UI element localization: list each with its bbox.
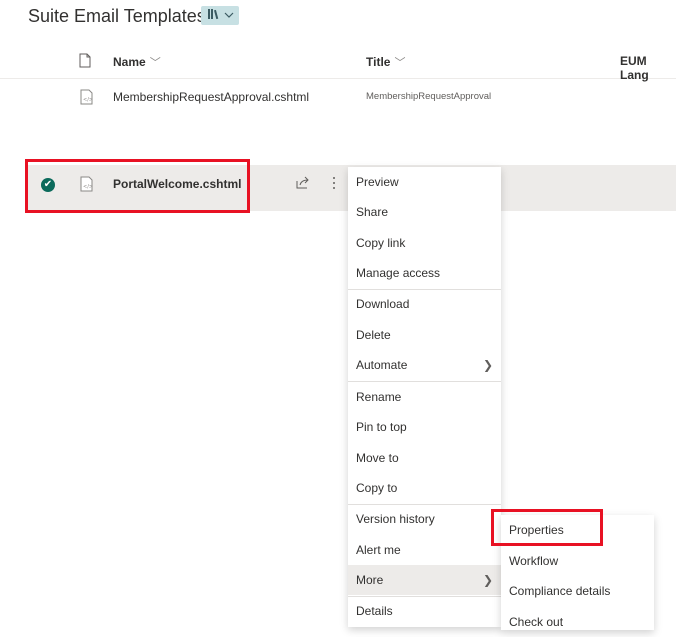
- column-header-title[interactable]: Title ﹀: [366, 54, 405, 70]
- menu-item-copy-link[interactable]: Copy link: [348, 228, 501, 258]
- menu-item-version-history[interactable]: Version history: [348, 504, 501, 534]
- chevron-down-icon: [224, 10, 234, 22]
- context-menu: Preview Share Copy link Manage access Do…: [348, 167, 501, 627]
- highlight-box-selected-file: [25, 159, 250, 213]
- menu-item-more[interactable]: More ❯: [348, 565, 501, 595]
- menu-item-copy-to[interactable]: Copy to: [348, 473, 501, 503]
- highlight-box-properties: [491, 509, 603, 546]
- library-icon: [207, 8, 221, 23]
- menu-item-pin-to-top[interactable]: Pin to top: [348, 412, 501, 442]
- svg-text:</>: </>: [83, 97, 93, 103]
- menu-item-download[interactable]: Download: [348, 289, 501, 319]
- submenu-item-check-out[interactable]: Check out: [501, 607, 654, 637]
- menu-item-delete[interactable]: Delete: [348, 320, 501, 350]
- list-item-title: MembershipRequestApproval: [366, 91, 492, 102]
- menu-item-automate[interactable]: Automate ❯: [348, 350, 501, 380]
- column-header-eum-language[interactable]: EUM Lang: [620, 54, 676, 82]
- submenu-item-compliance-details[interactable]: Compliance details: [501, 576, 654, 606]
- page-title: Suite Email Templates: [28, 6, 206, 26]
- menu-item-preview[interactable]: Preview: [348, 167, 501, 197]
- menu-item-share[interactable]: Share: [348, 197, 501, 227]
- more-actions-icon[interactable]: [331, 176, 337, 195]
- html-file-icon: </>: [80, 89, 93, 105]
- menu-item-alert-me[interactable]: Alert me: [348, 535, 501, 565]
- chevron-down-icon: ﹀: [149, 57, 161, 69]
- submenu-item-workflow[interactable]: Workflow: [501, 546, 654, 576]
- chevron-down-icon: ﹀: [394, 57, 406, 69]
- chevron-right-icon: ❯: [482, 573, 493, 587]
- column-header-name[interactable]: Name ﹀: [113, 54, 161, 70]
- chevron-right-icon: ❯: [482, 358, 493, 372]
- menu-item-manage-access[interactable]: Manage access: [348, 258, 501, 288]
- column-header-row: [0, 44, 676, 79]
- view-switcher-button[interactable]: [201, 6, 239, 25]
- menu-item-details[interactable]: Details: [348, 596, 501, 626]
- share-icon[interactable]: [296, 176, 310, 194]
- list-item-name[interactable]: MembershipRequestApproval.cshtml: [113, 90, 309, 104]
- menu-item-move-to[interactable]: Move to: [348, 443, 501, 473]
- menu-item-rename[interactable]: Rename: [348, 382, 501, 412]
- file-type-header-icon[interactable]: [79, 53, 91, 68]
